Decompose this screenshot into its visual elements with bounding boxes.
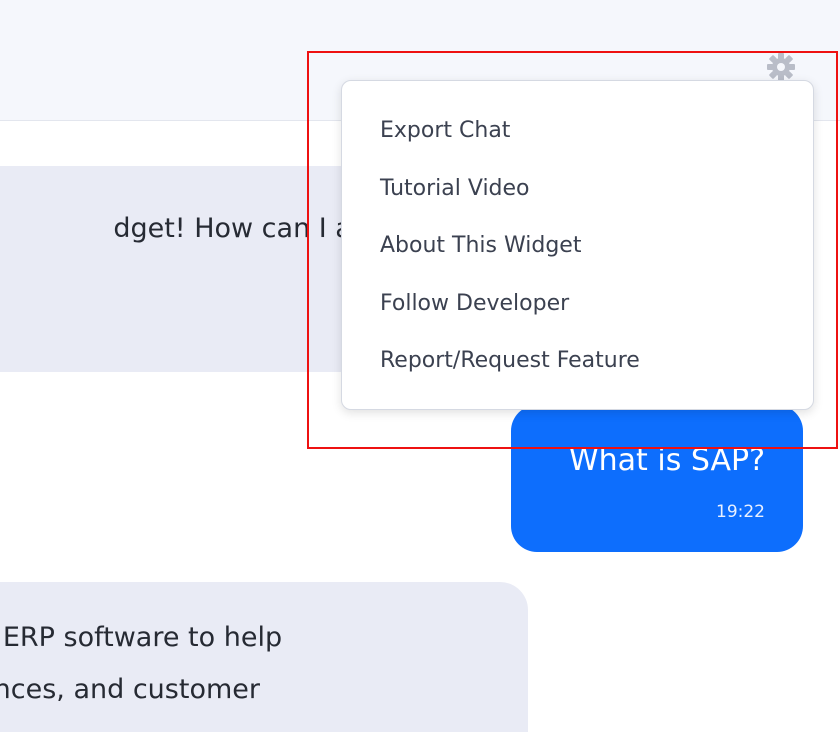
bot-answer-line: ng ERP software to help <box>0 622 283 653</box>
message-timestamp: 19:22 <box>716 502 765 522</box>
menu-item-about-widget[interactable]: About This Widget <box>380 233 581 258</box>
gear-icon[interactable] <box>763 52 799 82</box>
menu-item-tutorial-video[interactable]: Tutorial Video <box>380 176 530 201</box>
bot-message-text: dget! How can I ass <box>113 213 380 244</box>
user-message-bubble: What is SAP? 19:22 <box>511 405 803 552</box>
bot-answer-line: nances, and customer <box>0 674 260 705</box>
bot-message-bubble: dget! How can I ass <box>0 166 380 372</box>
menu-item-export-chat[interactable]: Export Chat <box>380 118 510 143</box>
settings-dropdown-menu: Export Chat Tutorial Video About This Wi… <box>341 80 814 410</box>
user-message-text: What is SAP? <box>569 443 765 478</box>
bot-answer-bubble: ng ERP software to help nances, and cust… <box>0 582 528 732</box>
chat-widget-page: dget! How can I ass What is SAP? 19:22 n… <box>0 0 840 732</box>
menu-item-report-request-feature[interactable]: Report/Request Feature <box>380 348 640 373</box>
menu-item-follow-developer[interactable]: Follow Developer <box>380 291 569 316</box>
